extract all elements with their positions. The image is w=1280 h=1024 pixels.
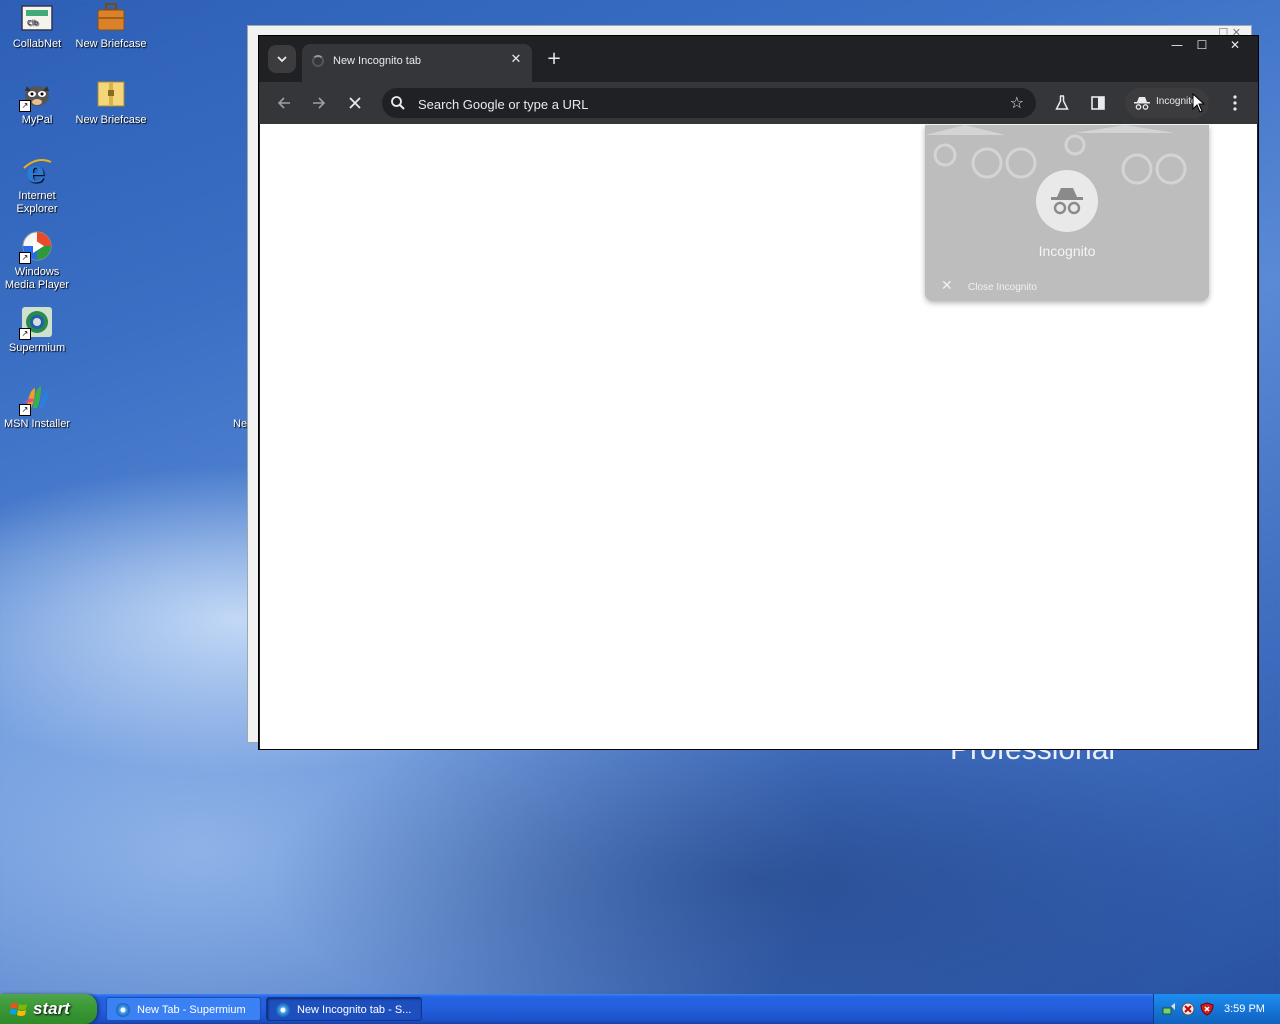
desktop-icon-label: MyPal (21, 114, 53, 126)
taskbar-button-new-tab[interactable]: New Tab - Supermium (106, 997, 261, 1021)
svg-text:Clb: Clb (27, 19, 39, 27)
close-icon (349, 97, 361, 109)
incognito-chip-label: Incognito (1156, 96, 1197, 107)
side-panel-icon (1091, 96, 1105, 110)
internet-explorer-icon: e (21, 154, 53, 190)
desktop-icon-new-briefcase-2[interactable]: New Briefcase (74, 78, 148, 127)
flask-icon (1055, 95, 1069, 110)
taskbar-button-incognito[interactable]: New Incognito tab - S... (266, 997, 422, 1021)
shortcut-arrow-icon: ↗ (19, 100, 31, 112)
supermium-icon (116, 1003, 130, 1017)
incognito-menu-title: Incognito (1038, 243, 1096, 259)
close-incognito-button[interactable]: Close Incognito (968, 282, 1037, 293)
close-window-button[interactable]: ✕ (1223, 38, 1247, 52)
tab-search-button[interactable] (268, 45, 296, 73)
tab-new-incognito[interactable]: New Incognito tab ✕ (302, 44, 532, 82)
desktop-icon-msn-installer[interactable]: ↗ MSN Installer (0, 382, 74, 431)
shield-icon[interactable] (1200, 1002, 1214, 1016)
briefcase-icon (95, 78, 127, 110)
desktop-icon-label: Internet Explorer (16, 190, 58, 215)
minimize-button[interactable]: — (1165, 38, 1189, 52)
mypal-icon: ↗ (19, 78, 53, 112)
labs-button[interactable] (1050, 91, 1074, 115)
start-label: start (33, 999, 70, 1018)
browser-toolbar: ☆ Incognito (259, 82, 1258, 124)
taskbar-button-label: New Tab - Supermium (137, 1004, 246, 1016)
bookmark-star-icon[interactable]: ☆ (1010, 94, 1024, 112)
desktop-icon-label: MSN Installer (3, 418, 71, 430)
desktop-icon-label: CollabNet (12, 38, 62, 50)
loading-spinner-icon (312, 55, 324, 67)
supermium-icon (276, 1003, 290, 1017)
forward-button[interactable] (307, 91, 331, 115)
maximize-button[interactable]: ☐ (1190, 38, 1214, 52)
incognito-menu-popup: Incognito ✕ Close Incognito (925, 125, 1209, 301)
shortcut-arrow-icon: ↗ (19, 252, 31, 264)
desktop-icon-label: Supermium (8, 342, 66, 354)
taskbar-button-label: New Incognito tab - S... (297, 1004, 412, 1016)
omnibox[interactable]: ☆ (382, 88, 1036, 118)
back-button[interactable] (272, 91, 296, 115)
incognito-avatar (1036, 170, 1098, 232)
desktop-icon-windows-media-player[interactable]: ↗ Windows Media Player (0, 230, 74, 292)
desktop-partial-label: Ne (233, 418, 248, 430)
briefcase-icon (95, 2, 127, 34)
search-icon (391, 96, 405, 110)
taskbar: start New Tab - Supermium New Incognito … (0, 994, 1280, 1024)
collabnet-icon: Clb (21, 2, 53, 34)
windows-logo-icon (10, 1003, 27, 1016)
tab-title: New Incognito tab (333, 55, 422, 67)
network-icon[interactable] (1162, 1002, 1176, 1016)
desktop-icon-label: New Briefcase (75, 38, 147, 50)
supermium-icon: ↗ (19, 306, 53, 340)
kebab-menu-icon (1233, 95, 1237, 111)
menu-button[interactable] (1223, 91, 1247, 115)
stop-loading-button[interactable] (343, 91, 367, 115)
desktop-icon-internet-explorer[interactable]: e Internet Explorer (0, 154, 74, 216)
mouse-cursor-icon (1192, 93, 1205, 113)
arrow-right-icon (313, 97, 326, 109)
shortcut-arrow-icon: ↗ (19, 328, 31, 340)
desktop-icon-label: New Briefcase (75, 114, 147, 126)
incognito-icon (1051, 188, 1083, 215)
incognito-icon (1134, 97, 1150, 110)
desktop-icon-collabnet[interactable]: Clb CollabNet (0, 2, 74, 51)
shortcut-arrow-icon: ↗ (19, 404, 31, 416)
arrow-left-icon (277, 97, 290, 109)
start-button[interactable]: start (0, 994, 97, 1024)
tab-close-icon[interactable]: ✕ (508, 52, 524, 68)
system-tray: 3:59 PM (1153, 994, 1280, 1024)
desktop-icon-new-briefcase[interactable]: New Briefcase (74, 2, 148, 51)
clock: 3:59 PM (1224, 1003, 1265, 1015)
new-tab-button[interactable]: + (543, 48, 565, 70)
omnibox-input[interactable] (416, 92, 1000, 116)
security-alert-icon[interactable] (1181, 1002, 1195, 1016)
side-panel-button[interactable] (1086, 91, 1110, 115)
desktop-icon-mypal[interactable]: ↗ MyPal (0, 78, 74, 127)
msn-installer-icon: ↗ (19, 382, 53, 416)
desktop-icon-supermium[interactable]: ↗ Supermium (0, 306, 74, 355)
chevron-down-icon (277, 56, 287, 63)
windows-media-player-icon: ↗ (19, 230, 53, 264)
close-incognito-icon[interactable]: ✕ (941, 278, 953, 294)
tab-strip: New Incognito tab ✕ + — ☐ ✕ (259, 36, 1258, 82)
desktop-icon-label: Windows Media Player (4, 266, 70, 291)
